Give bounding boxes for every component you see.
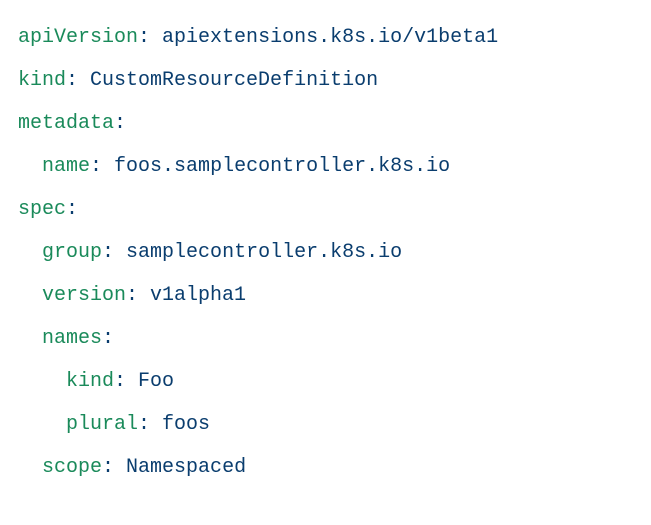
yaml-line-kind: kind: CustomResourceDefinition	[18, 59, 633, 102]
yaml-value: v1alpha1	[150, 284, 246, 307]
yaml-colon: :	[114, 370, 138, 393]
yaml-value: CustomResourceDefinition	[90, 69, 378, 92]
yaml-colon: :	[66, 69, 90, 92]
yaml-colon: :	[138, 413, 162, 436]
yaml-colon: :	[102, 327, 114, 350]
yaml-line-spec-names-plural: plural: foos	[18, 403, 633, 446]
yaml-key: names	[42, 327, 102, 350]
yaml-line-metadata-name: name: foos.samplecontroller.k8s.io	[18, 145, 633, 188]
yaml-colon: :	[138, 26, 162, 49]
yaml-line-metadata: metadata:	[18, 102, 633, 145]
yaml-key: metadata	[18, 112, 114, 135]
yaml-key: name	[42, 155, 90, 178]
yaml-colon: :	[126, 284, 150, 307]
yaml-key: spec	[18, 198, 66, 221]
yaml-key: kind	[66, 370, 114, 393]
yaml-value: Foo	[138, 370, 174, 393]
yaml-key: plural	[66, 413, 138, 436]
yaml-line-spec-scope: scope: Namespaced	[18, 446, 633, 489]
yaml-value: Namespaced	[126, 456, 246, 479]
yaml-colon: :	[66, 198, 78, 221]
yaml-key: kind	[18, 69, 66, 92]
yaml-colon: :	[102, 241, 126, 264]
yaml-line-apiversion: apiVersion: apiextensions.k8s.io/v1beta1	[18, 16, 633, 59]
yaml-line-spec-group: group: samplecontroller.k8s.io	[18, 231, 633, 274]
yaml-colon: :	[102, 456, 126, 479]
yaml-colon: :	[114, 112, 126, 135]
yaml-line-spec-names: names:	[18, 317, 633, 360]
yaml-line-spec-names-kind: kind: Foo	[18, 360, 633, 403]
yaml-value: apiextensions.k8s.io/v1beta1	[162, 26, 498, 49]
yaml-key: apiVersion	[18, 26, 138, 49]
yaml-line-spec-version: version: v1alpha1	[18, 274, 633, 317]
yaml-colon: :	[90, 155, 114, 178]
yaml-key: group	[42, 241, 102, 264]
yaml-value: foos.samplecontroller.k8s.io	[114, 155, 450, 178]
yaml-line-spec: spec:	[18, 188, 633, 231]
yaml-key: scope	[42, 456, 102, 479]
yaml-key: version	[42, 284, 126, 307]
yaml-value: foos	[162, 413, 210, 436]
yaml-value: samplecontroller.k8s.io	[126, 241, 402, 264]
